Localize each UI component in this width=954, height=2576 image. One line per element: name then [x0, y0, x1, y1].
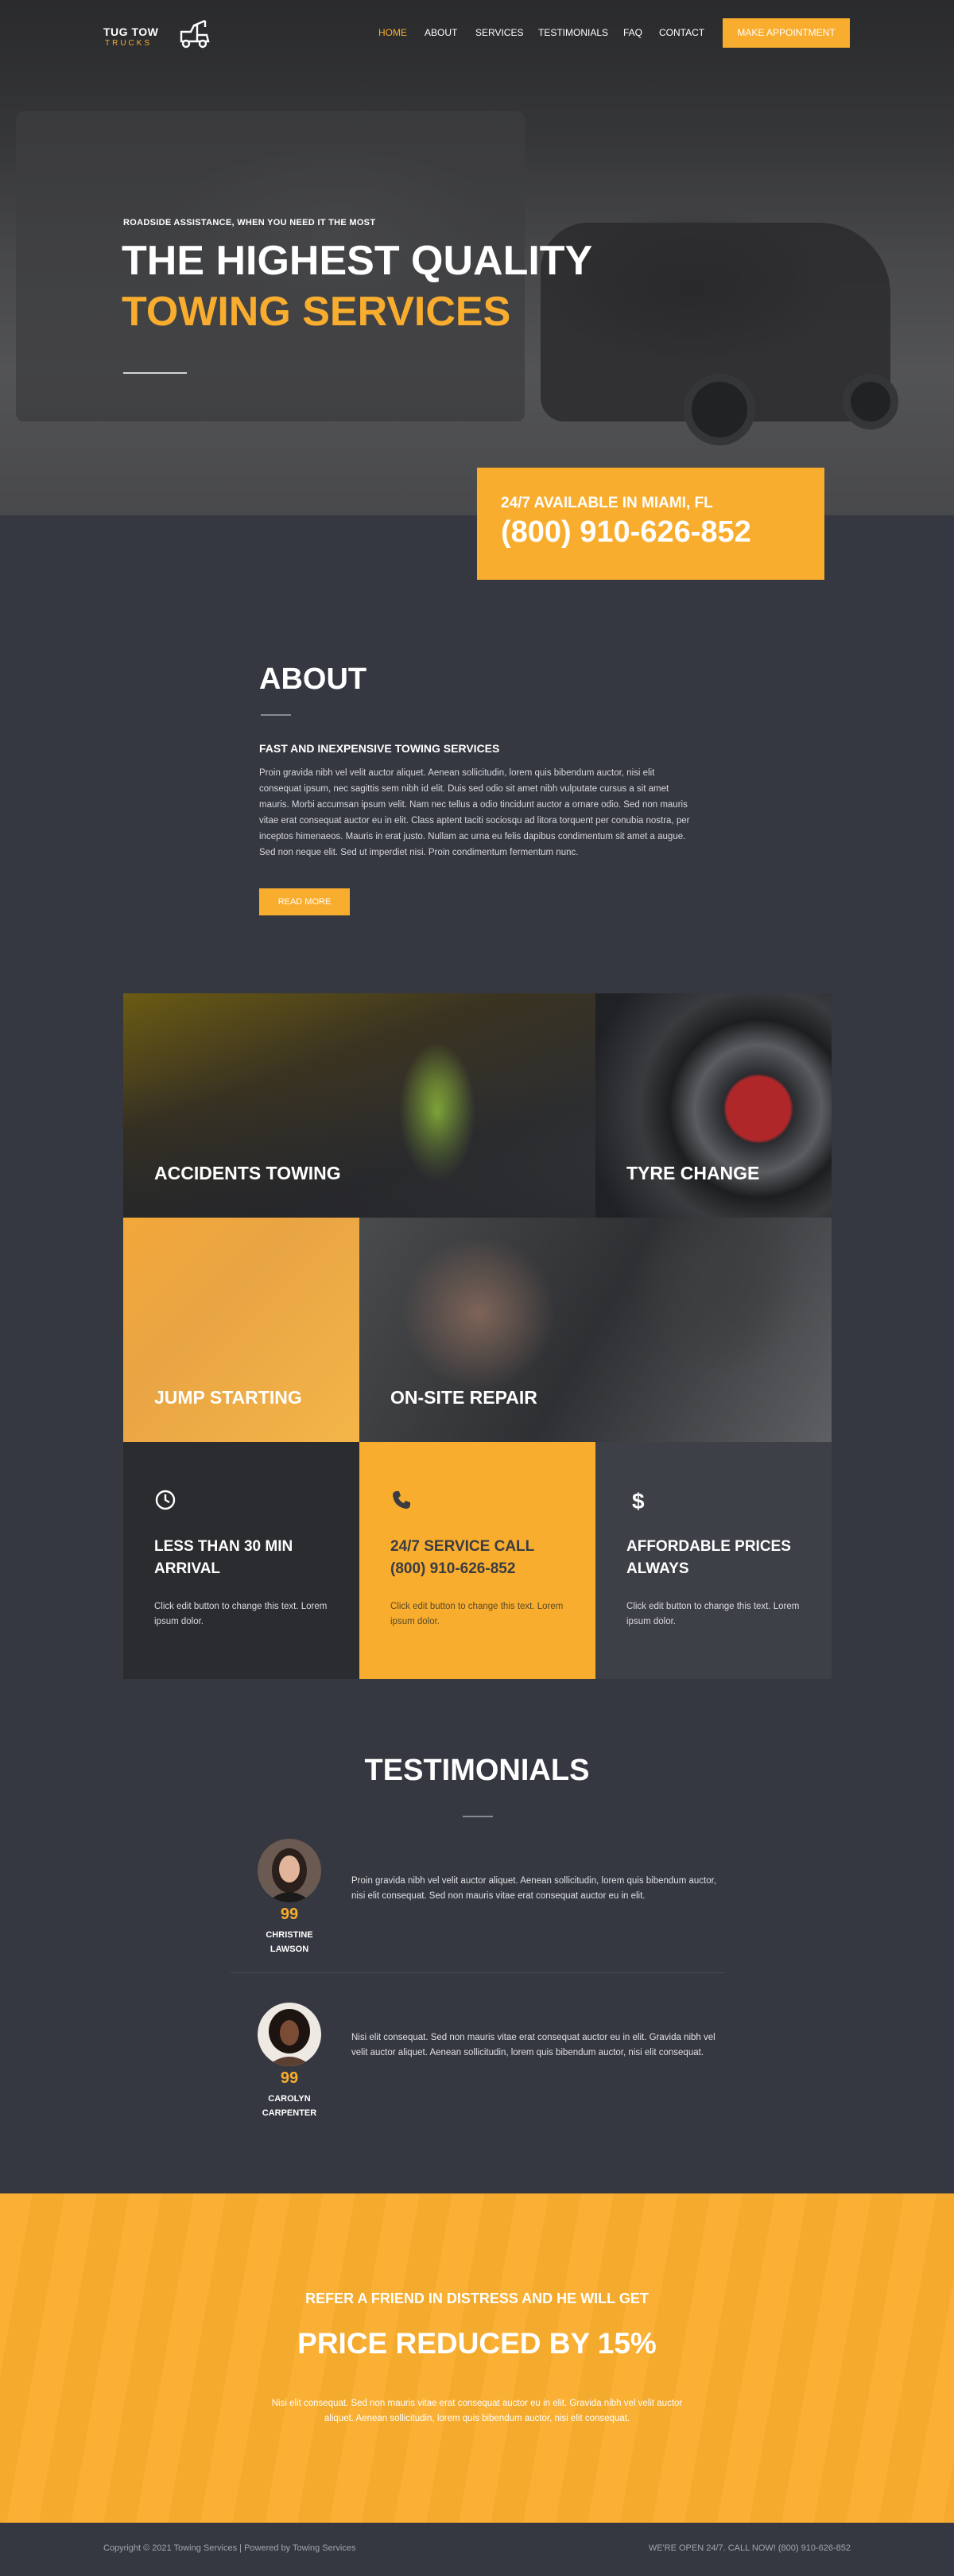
- service-tile-tyre-change[interactable]: TYRE CHANGE: [595, 993, 832, 1218]
- read-more-button[interactable]: READ MORE: [259, 888, 350, 915]
- nav-home[interactable]: HOME: [378, 27, 407, 38]
- testimonial-author: CHRISTINE LAWSON: [250, 1928, 329, 1956]
- feature-card-service-call: 24/7 SERVICE CALL (800) 910-626-852 Clic…: [359, 1442, 595, 1679]
- testimonial-author: CAROLYN CARPENTER: [250, 2092, 329, 2120]
- feature-title-line1: AFFORDABLE PRICES: [626, 1538, 791, 1555]
- author-last-name: LAWSON: [270, 1945, 309, 1954]
- hero-title-line2: TOWING SERVICES: [122, 289, 511, 335]
- feature-text: Click edit button to change this text. L…: [154, 1602, 328, 1626]
- about-subtitle: FAST AND INEXPENSIVE TOWING SERVICES: [259, 742, 500, 755]
- quote-icon: 99: [280, 1906, 299, 1923]
- testimonial-text: Nisi elit consequat. Sed non mauris vita…: [351, 2033, 716, 2057]
- svg-text:$: $: [632, 1489, 645, 1512]
- feature-title: AFFORDABLE PRICES ALWAYS: [626, 1536, 809, 1580]
- hero-title-line1: THE HIGHEST QUALITY: [122, 238, 593, 284]
- testimonials-title: TESTIMONIALS: [364, 1754, 590, 1787]
- site-logo[interactable]: TUG TOW TRUCKS: [103, 17, 223, 52]
- testimonial-separator: [231, 1972, 723, 1973]
- make-appointment-button[interactable]: MAKE APPOINTMENT: [723, 18, 850, 48]
- author-last-name: CARPENTER: [262, 2108, 317, 2118]
- testimonial-text: Proin gravida nibh vel velit auctor aliq…: [351, 1876, 716, 1901]
- phone-icon: [393, 1491, 410, 1509]
- feature-text: Click edit button to change this text. L…: [390, 1602, 564, 1626]
- promo-title: PRICE REDUCED BY 15%: [297, 2327, 657, 2360]
- avatar-portrait: [258, 1839, 321, 1902]
- service-tile-accidents-towing[interactable]: ACCIDENTS TOWING: [123, 993, 595, 1218]
- logo-tagline: TRUCKS: [105, 39, 153, 48]
- nav-contact[interactable]: CONTACT: [659, 27, 704, 38]
- feature-card-arrival: LESS THAN 30 MIN ARRIVAL Click edit butt…: [123, 1442, 359, 1679]
- about-divider: [261, 714, 291, 716]
- testimonials-divider: [463, 1816, 493, 1817]
- quote-icon: 99: [280, 2069, 299, 2087]
- service-label: ACCIDENTS TOWING: [154, 1163, 341, 1183]
- about-body: Proin gravida nibh vel velit auctor aliq…: [259, 768, 690, 857]
- nav-about[interactable]: ABOUT: [425, 27, 457, 38]
- about-title: ABOUT: [259, 662, 367, 696]
- site-footer: Copyright © 2021 Towing Services | Power…: [0, 2523, 954, 2576]
- feature-title-line2: ALWAYS: [626, 1560, 689, 1577]
- nav-faq[interactable]: FAQ: [623, 27, 642, 38]
- promo-subtitle: REFER A FRIEND IN DISTRESS AND HE WILL G…: [305, 2290, 649, 2306]
- nav-testimonials[interactable]: TESTIMONIALS: [538, 27, 608, 38]
- hero-kicker: ROADSIDE ASSISTANCE, WHEN YOU NEED IT TH…: [123, 218, 376, 227]
- phone-callout[interactable]: 24/7 AVAILABLE IN MIAMI, FL (800) 910-62…: [477, 468, 824, 580]
- nav-services[interactable]: SERVICES: [475, 27, 523, 38]
- feature-title-line2[interactable]: (800) 910-626-852: [390, 1558, 573, 1580]
- avatar-portrait: [258, 2003, 321, 2066]
- feature-title: 24/7 SERVICE CALL (800) 910-626-852: [390, 1536, 573, 1580]
- promo-text: Nisi elit consequat. Sed non mauris vita…: [271, 2399, 683, 2423]
- promo-section: REFER A FRIEND IN DISTRESS AND HE WILL G…: [0, 2193, 954, 2523]
- feature-title: LESS THAN 30 MIN ARRIVAL: [154, 1536, 337, 1580]
- feature-title-line1: LESS THAN 30 MIN: [154, 1538, 293, 1555]
- service-label: TYRE CHANGE: [626, 1163, 760, 1183]
- feature-title-line1: 24/7 SERVICE CALL: [390, 1538, 535, 1555]
- tow-truck-icon: [180, 19, 210, 49]
- author-first-name: CHRISTINE: [266, 1930, 313, 1940]
- avatar: [258, 2003, 321, 2066]
- hero-divider: [123, 372, 187, 374]
- feature-title-line2: ARRIVAL: [154, 1560, 221, 1577]
- service-label: JUMP STARTING: [154, 1387, 302, 1408]
- phone-number[interactable]: (800) 910-626-852: [501, 515, 751, 550]
- service-label: ON-SITE REPAIR: [390, 1387, 537, 1408]
- feature-card-prices: $ AFFORDABLE PRICES ALWAYS Click edit bu…: [595, 1442, 832, 1679]
- feature-text: Click edit button to change this text. L…: [626, 1602, 800, 1626]
- dollar-icon: $: [632, 1489, 645, 1512]
- service-tile-on-site-repair[interactable]: ON-SITE REPAIR: [359, 1218, 832, 1442]
- phone-label: 24/7 AVAILABLE IN MIAMI, FL: [501, 495, 713, 511]
- service-tile-jump-starting[interactable]: JUMP STARTING: [123, 1218, 359, 1442]
- footer-contact: WE'RE OPEN 24/7. CALL NOW! (800) 910-626…: [648, 2543, 851, 2553]
- clock-icon: [155, 1490, 176, 1510]
- avatar: [258, 1839, 321, 1902]
- logo-name: TUG TOW: [103, 25, 159, 38]
- author-first-name: CAROLYN: [268, 2094, 311, 2104]
- hero-section: TUG TOW TRUCKS HOME ABOUT SERVICES TESTI…: [0, 0, 954, 515]
- footer-copyright: Copyright © 2021 Towing Services | Power…: [103, 2543, 356, 2553]
